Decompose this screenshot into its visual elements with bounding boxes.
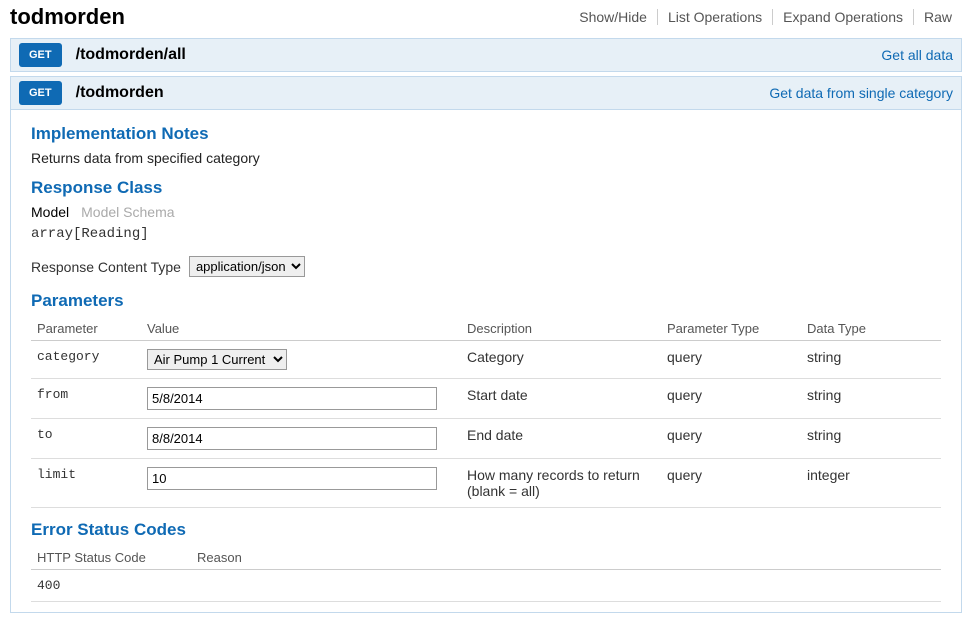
param-category-select[interactable]: Air Pump 1 Current <box>147 349 287 370</box>
param-to-input[interactable] <box>147 427 437 450</box>
col-description: Description <box>461 317 661 341</box>
param-name: from <box>31 379 141 419</box>
parameters-table: Parameter Value Description Parameter Ty… <box>31 317 941 508</box>
tab-model-schema[interactable]: Model Schema <box>81 204 174 220</box>
response-class-body: array[Reading] <box>31 226 941 242</box>
col-data-type: Data Type <box>801 317 941 341</box>
col-reason: Reason <box>191 546 941 570</box>
table-row: category Air Pump 1 Current Category que… <box>31 341 941 379</box>
http-method-badge: GET <box>19 81 62 105</box>
list-operations-link[interactable]: List Operations <box>658 9 773 25</box>
header-links: Show/Hide List Operations Expand Operati… <box>569 9 962 25</box>
col-http-status: HTTP Status Code <box>31 546 191 570</box>
http-method-badge: GET <box>19 43 62 67</box>
param-dtype: integer <box>801 459 941 508</box>
param-desc: Start date <box>461 379 661 419</box>
col-value: Value <box>141 317 461 341</box>
param-type: query <box>661 459 801 508</box>
table-row: limit How many records to return (blank … <box>31 459 941 508</box>
tab-model[interactable]: Model <box>31 204 69 220</box>
error-code: 400 <box>31 570 191 602</box>
param-type: query <box>661 419 801 459</box>
implementation-notes-heading: Implementation Notes <box>31 124 941 144</box>
operation-row-category[interactable]: GET /todmorden Get data from single cate… <box>10 76 962 110</box>
operation-description[interactable]: Get all data <box>881 47 953 63</box>
col-parameter-type: Parameter Type <box>661 317 801 341</box>
expand-operations-link[interactable]: Expand Operations <box>773 9 914 25</box>
response-content-type-label: Response Content Type <box>31 259 181 275</box>
param-from-input[interactable] <box>147 387 437 410</box>
error-reason <box>191 570 941 602</box>
param-dtype: string <box>801 419 941 459</box>
param-desc: How many records to return (blank = all) <box>461 459 661 508</box>
operation-row-all[interactable]: GET /todmorden/all Get all data <box>10 38 962 72</box>
param-type: query <box>661 379 801 419</box>
param-desc: End date <box>461 419 661 459</box>
param-dtype: string <box>801 379 941 419</box>
table-row: to End date query string <box>31 419 941 459</box>
operation-description[interactable]: Get data from single category <box>769 85 953 101</box>
param-type: query <box>661 341 801 379</box>
response-class-heading: Response Class <box>31 178 941 198</box>
param-name: category <box>31 341 141 379</box>
response-tabs: Model Model Schema <box>31 204 941 220</box>
show-hide-link[interactable]: Show/Hide <box>569 9 658 25</box>
param-name: limit <box>31 459 141 508</box>
operation-path[interactable]: /todmorden/all <box>76 46 186 64</box>
error-status-codes-heading: Error Status Codes <box>31 520 941 540</box>
col-parameter: Parameter <box>31 317 141 341</box>
table-row: from Start date query string <box>31 379 941 419</box>
implementation-notes-text: Returns data from specified category <box>31 150 941 166</box>
api-title[interactable]: todmorden <box>10 4 125 30</box>
raw-link[interactable]: Raw <box>914 9 962 25</box>
param-dtype: string <box>801 341 941 379</box>
response-content-type-select[interactable]: application/json <box>189 256 305 277</box>
param-limit-input[interactable] <box>147 467 437 490</box>
param-desc: Category <box>461 341 661 379</box>
table-row: 400 <box>31 570 941 602</box>
param-name: to <box>31 419 141 459</box>
parameters-heading: Parameters <box>31 291 941 311</box>
operation-path[interactable]: /todmorden <box>76 84 164 102</box>
operation-content: Implementation Notes Returns data from s… <box>10 110 962 613</box>
error-status-table: HTTP Status Code Reason 400 <box>31 546 941 602</box>
